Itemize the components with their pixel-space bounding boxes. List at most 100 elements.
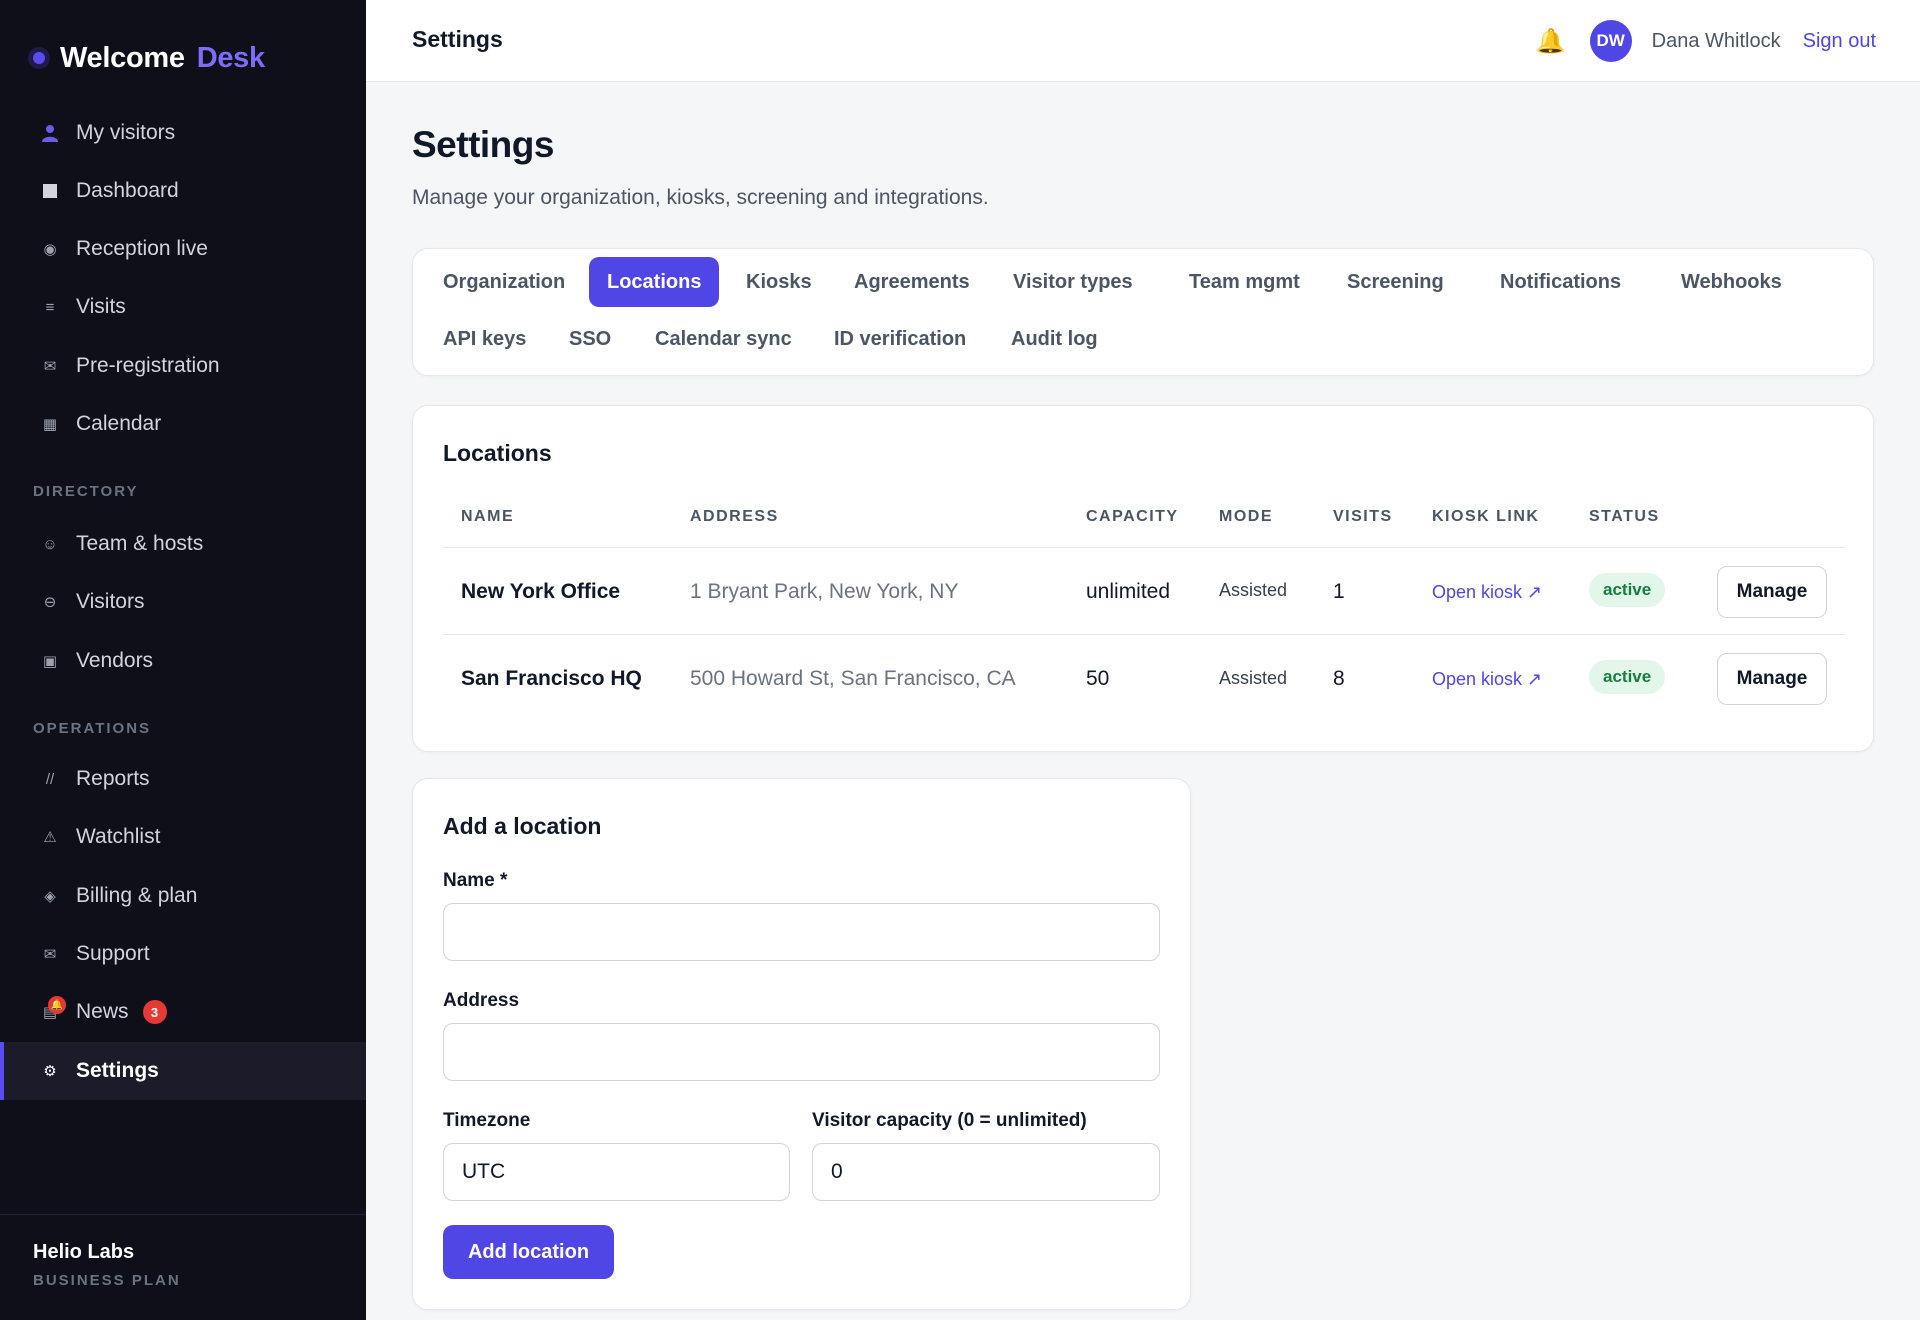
sidebar-item-label: Support [76,942,150,965]
org-plan: BUSINESS PLAN [33,1272,181,1289]
radio-icon: ◉ [43,241,57,258]
sidebar-item-label: Visits [76,295,126,318]
add-location-card: Add a location Name * Address Timezone V… [412,778,1191,1310]
sidebar-item-dashboard[interactable]: Dashboard [0,162,366,220]
location-mode: Assisted [1219,668,1288,688]
sidebar-item-reports[interactable]: // Reports [0,750,366,808]
table-divider [443,547,1845,548]
sidebar-item-label: Watchlist [76,825,161,848]
sidebar-item-team-hosts[interactable]: ☺ Team & hosts [0,515,366,573]
add-location-button[interactable]: Add location [443,1225,614,1279]
brand-name: Welcome [60,41,185,74]
sidebar-item-label: Billing & plan [76,884,198,907]
sidebar-item-pre-registration[interactable]: ✉ Pre-registration [0,337,366,395]
location-name: San Francisco HQ [461,667,642,690]
sidebar-item-billing-plan[interactable]: ◈ Billing & plan [0,867,366,925]
column-header-name: NAME [461,508,515,525]
newspaper-icon: ▤ 🔔 [40,996,66,1022]
locations-title: Locations [443,440,552,466]
section-label-operations: OPERATIONS [33,720,152,737]
tab-sso[interactable]: SSO [551,314,629,364]
manage-button[interactable]: Manage [1717,653,1827,705]
tab-notifications[interactable]: Notifications [1482,257,1639,307]
open-kiosk-link[interactable]: Open kiosk ↗ [1432,582,1542,603]
tab-webhooks[interactable]: Webhooks [1663,257,1800,307]
org-name: Helio Labs [33,1241,135,1263]
timezone-field[interactable] [443,1143,790,1201]
bell-icon[interactable]: 🔔 [1536,27,1566,56]
sidebar-item-label: My visitors [76,121,176,144]
tab-kiosks[interactable]: Kiosks [728,257,830,307]
sidebar-item-label: Pre-registration [76,354,220,377]
tab-screening[interactable]: Screening [1329,257,1462,307]
tab-visitor-types[interactable]: Visitor types [995,257,1151,307]
tab-audit-log[interactable]: Audit log [993,314,1116,364]
tab-organization[interactable]: Organization [425,257,583,307]
mail-icon: ✉ [43,358,57,375]
name-field[interactable] [443,903,1160,961]
page-subtitle: Manage your organization, kiosks, screen… [412,186,989,209]
tab-agreements[interactable]: Agreements [836,257,988,307]
column-header-status: STATUS [1589,508,1660,525]
grid-icon: ▦ [42,416,58,433]
sidebar-item-news[interactable]: ▤ 🔔 News 3 [0,983,366,1041]
sidebar: Welcome Desk My visitors Dashboard ◉ Rec… [0,0,366,1320]
sidebar-item-reception-live[interactable]: ◉ Reception live [0,220,366,278]
status-badge: active [1589,660,1666,694]
settings-tabs: Organization Locations Kiosks Agreements… [412,248,1874,376]
tab-id-verification[interactable]: ID verification [816,314,984,364]
avatar[interactable]: DW [1589,20,1632,62]
brand-logo[interactable]: Welcome Desk [28,38,265,78]
capacity-label: Visitor capacity (0 = unlimited) [812,1110,1087,1131]
tab-calendar-sync[interactable]: Calendar sync [637,314,810,364]
mail-icon: ✉ [43,946,57,963]
topbar-title: Settings [412,26,503,52]
sidebar-item-watchlist[interactable]: ⚠ Watchlist [0,808,366,866]
address-label: Address [443,990,520,1011]
column-header-address: ADDRESS [690,508,779,525]
sidebar-item-visits[interactable]: ≡ Visits [0,278,366,336]
location-address: 1 Bryant Park, New York, NY [690,580,959,603]
sidebar-item-vendors[interactable]: ▣ Vendors [0,632,366,690]
person-icon [40,123,60,143]
sidebar-item-support[interactable]: ✉ Support [0,925,366,983]
column-header-visits: VISITS [1333,508,1393,525]
location-capacity: unlimited [1086,580,1171,603]
section-label-directory: DIRECTORY [33,483,139,500]
column-header-mode: MODE [1219,508,1273,525]
open-kiosk-link[interactable]: Open kiosk ↗ [1432,669,1542,690]
sidebar-footer: Helio Labs BUSINESS PLAN [0,1214,366,1320]
brand-dot-icon [28,47,50,69]
tab-locations[interactable]: Locations [589,257,720,307]
capacity-field[interactable] [812,1143,1160,1201]
slash-icon: // [45,770,55,788]
tab-api-keys[interactable]: API keys [425,314,544,364]
sidebar-item-calendar[interactable]: ▦ Calendar [0,395,366,453]
sidebar-item-label: News [76,1000,129,1023]
sidebar-item-my-visitors[interactable]: My visitors [0,104,366,162]
locations-card: Locations NAME ADDRESS CAPACITY MODE VIS… [412,405,1874,752]
sign-out-link[interactable]: Sign out [1803,30,1876,53]
brand-accent: Desk [196,41,265,74]
location-name: New York Office [461,580,621,603]
address-field[interactable] [443,1023,1160,1081]
sidebar-item-label: Vendors [76,649,154,672]
sidebar-item-visitors[interactable]: ⊖ Visitors [0,573,366,631]
tab-team-mgmt[interactable]: Team mgmt [1171,257,1318,307]
box-icon: ▣ [42,653,58,670]
square-icon [40,181,60,201]
sidebar-item-label: Dashboard [76,179,179,202]
column-header-capacity: CAPACITY [1086,508,1179,525]
gear-icon: ⚙ [43,1063,57,1080]
sidebar-item-label: Team & hosts [76,532,204,555]
sidebar-item-settings[interactable]: ⚙ Settings [0,1042,366,1100]
topbar-user-area: 🔔 DW Dana Whitlock Sign out [1536,18,1876,64]
location-address: 500 Howard St, San Francisco, CA [690,667,1016,690]
smile-icon: ☺ [42,535,58,553]
bell-icon: 🔔 [48,996,66,1014]
manage-button[interactable]: Manage [1717,566,1827,618]
name-label: Name * [443,870,508,891]
circle-minus-icon: ⊖ [43,594,57,611]
diamond-icon: ◈ [44,888,56,905]
list-icon: ≡ [45,298,55,316]
